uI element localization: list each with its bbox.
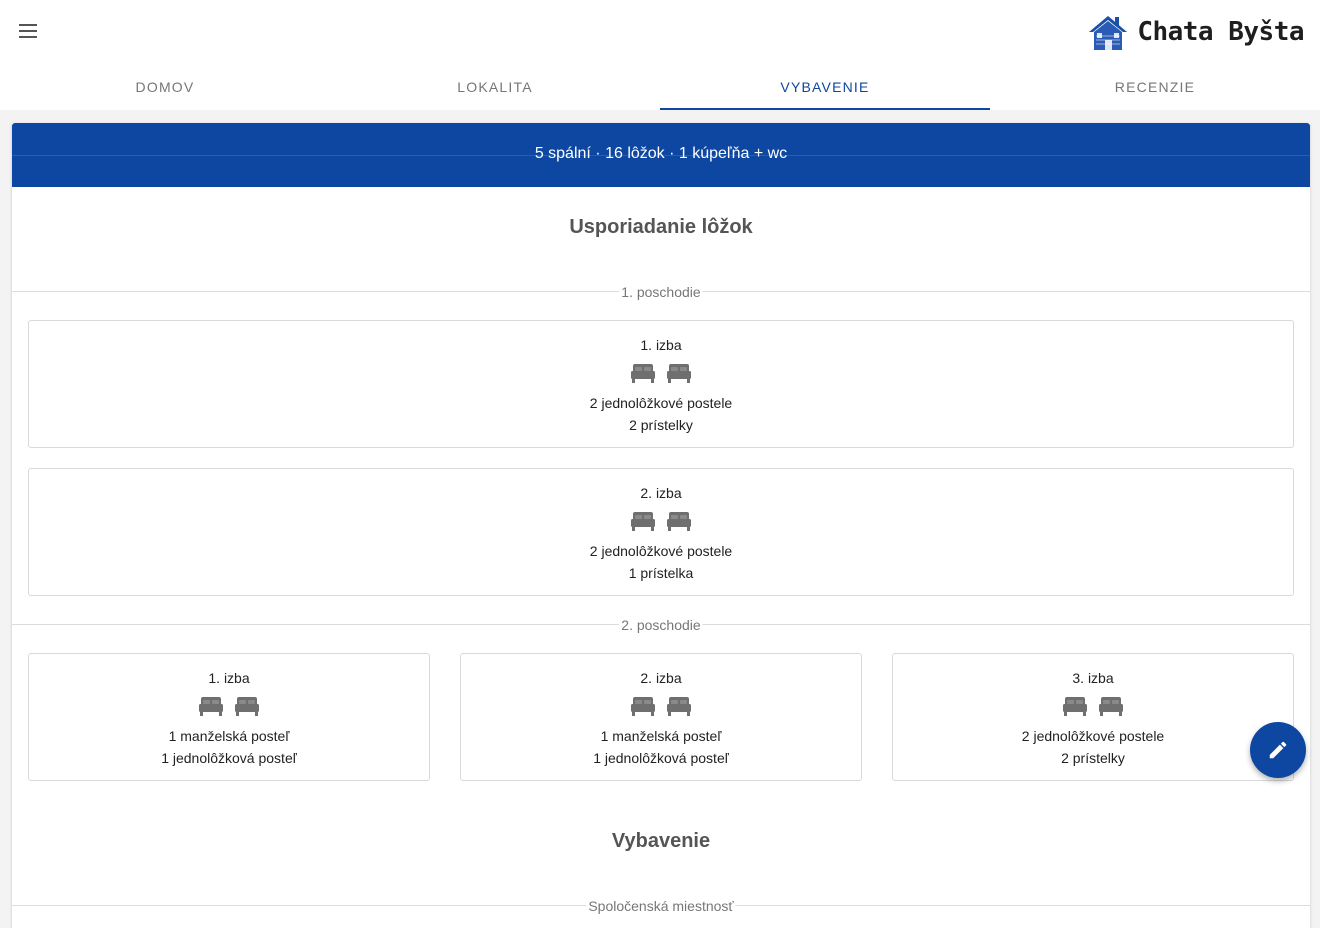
room-name: 1. izba (208, 670, 250, 686)
room-bed-line: 1 prístelka (628, 565, 694, 581)
brand[interactable]: Chata Byšta (1087, 10, 1304, 54)
room-bed-line: 2 prístelky (629, 417, 693, 433)
tab-domov[interactable]: DOMOV (0, 64, 330, 110)
room-bed-line: 1 jednolôžková posteľ (161, 750, 297, 766)
bed-icons (461, 696, 861, 716)
bed-icon (199, 696, 223, 716)
room-card: 1. izba 2 jednolôžkové postele 2 prístel… (28, 320, 1294, 448)
bed-icon (631, 696, 655, 716)
content-card: 5 spální · 16 lôžok · 1 kúpeľňa + wc Usp… (12, 123, 1310, 928)
bed-icons (893, 696, 1293, 716)
equipment-subsection-label: Spoločenská miestnosť (586, 898, 736, 914)
summary-banner: 5 spální · 16 lôžok · 1 kúpeľňa + wc (12, 123, 1310, 187)
room-name: 3. izba (1072, 670, 1114, 686)
room-bed-line: 2 jednolôžkové postele (1021, 728, 1165, 744)
bed-icons (29, 696, 429, 716)
room-name: 2. izba (640, 485, 682, 501)
bed-icon (667, 363, 691, 383)
main-tabs: DOMOV LOKALITA VYBAVENIE RECENZIE (0, 64, 1320, 110)
room-bed-line: 1 jednolôžková posteľ (593, 750, 729, 766)
tab-lokalita[interactable]: LOKALITA (330, 64, 660, 110)
room-card: 2. izba 1 manželská posteľ 1 jednolôžkov… (460, 653, 862, 781)
tab-recenzie[interactable]: RECENZIE (990, 64, 1320, 110)
bed-icon (1099, 696, 1123, 716)
room-card: 3. izba 2 jednolôžkové postele 2 prístel… (892, 653, 1294, 781)
bed-icon (1063, 696, 1087, 716)
tab-vybavenie[interactable]: VYBAVENIE (660, 64, 990, 110)
room-card: 1. izba 1 manželská posteľ 1 jednolôžkov… (28, 653, 430, 781)
bed-icons (29, 511, 1293, 531)
summary-text: 5 spální · 16 lôžok · 1 kúpeľňa + wc (534, 145, 788, 162)
bed-icon (667, 696, 691, 716)
hamburger-menu-icon[interactable] (14, 18, 42, 44)
bed-icon (631, 363, 655, 383)
floor-label: 2. poschodie (619, 617, 703, 633)
pencil-edit-icon (1269, 741, 1287, 759)
room-bed-line: 2 jednolôžkové postele (589, 395, 733, 411)
room-bed-line: 2 prístelky (1061, 750, 1125, 766)
equipment-section-title: Vybavenie (611, 830, 711, 852)
room-bed-line: 2 jednolôžkové postele (589, 543, 733, 559)
brand-name: Chata Byšta (1137, 17, 1304, 47)
room-name: 1. izba (640, 337, 682, 353)
bed-icon (667, 511, 691, 531)
edit-button[interactable] (1250, 722, 1306, 778)
room-card: 2. izba 2 jednolôžkové postele 1 prístel… (28, 468, 1294, 596)
bed-icon (631, 511, 655, 531)
beds-section-title: Usporiadanie lôžok (569, 216, 753, 238)
bed-icon (235, 696, 259, 716)
room-bed-line: 1 manželská posteľ (168, 728, 290, 744)
floor-label: 1. poschodie (619, 284, 703, 300)
room-name: 2. izba (640, 670, 682, 686)
top-app-bar: Chata Byšta DOMOV LOKALITA VYBAVENIE REC… (0, 0, 1320, 110)
bed-icons (29, 363, 1293, 383)
cottage-logo-icon (1089, 16, 1128, 50)
room-bed-line: 1 manželská posteľ (600, 728, 722, 744)
